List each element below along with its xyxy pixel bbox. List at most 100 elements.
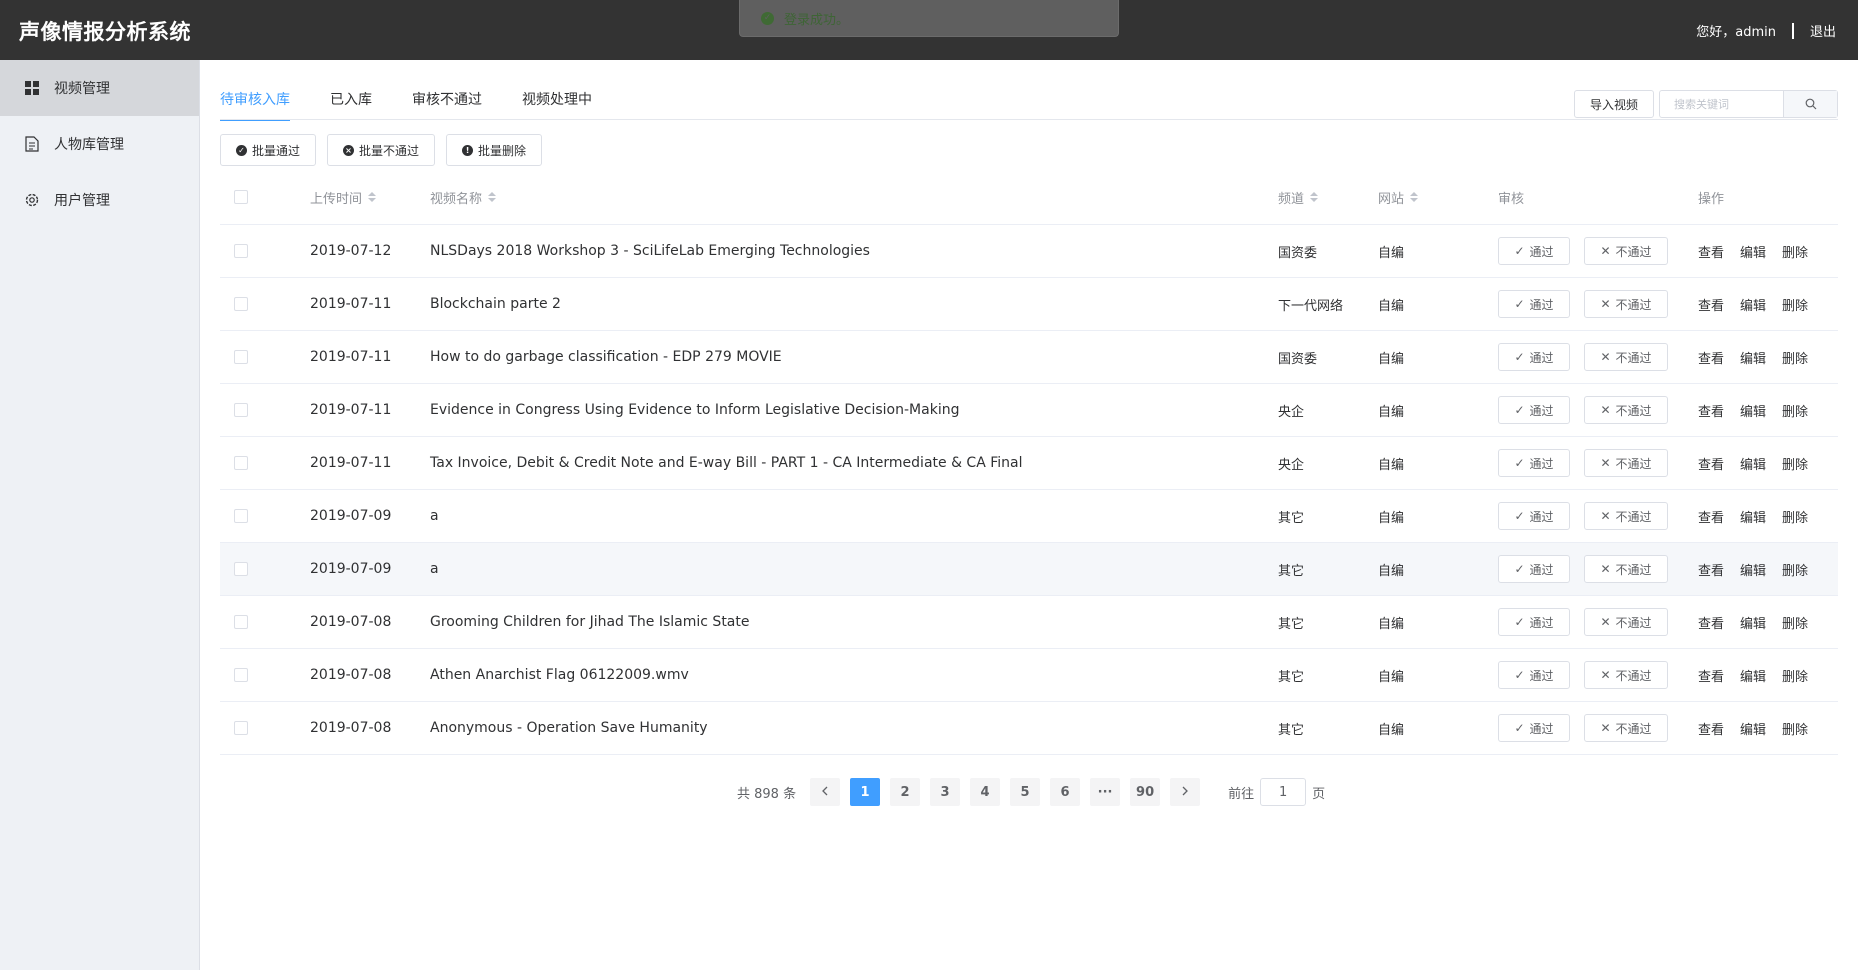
sidebar-item-person-library[interactable]: 人物库管理 bbox=[0, 116, 199, 172]
row-checkbox[interactable] bbox=[234, 403, 248, 417]
view-link[interactable]: 查看 bbox=[1698, 454, 1724, 473]
video-name: Blockchain parte 2 bbox=[430, 296, 561, 312]
edit-link[interactable]: 编辑 bbox=[1740, 507, 1766, 526]
batch-pass-label: 批量通过 bbox=[252, 143, 301, 158]
view-link[interactable]: 查看 bbox=[1698, 613, 1724, 632]
view-link[interactable]: 查看 bbox=[1698, 348, 1724, 367]
fail-button[interactable]: ✕ 不通过 bbox=[1584, 714, 1668, 742]
logout-link[interactable]: 退出 bbox=[1810, 21, 1836, 40]
row-checkbox[interactable] bbox=[234, 615, 248, 629]
row-checkbox[interactable] bbox=[234, 350, 248, 364]
delete-link[interactable]: 删除 bbox=[1782, 666, 1808, 685]
pass-button[interactable]: ✓ 通过 bbox=[1498, 237, 1570, 265]
fail-button[interactable]: ✕ 不通过 bbox=[1584, 237, 1668, 265]
row-checkbox[interactable] bbox=[234, 244, 248, 258]
edit-link[interactable]: 编辑 bbox=[1740, 666, 1766, 685]
sidebar-item-video-management[interactable]: 视频管理 bbox=[0, 60, 199, 116]
import-video-button[interactable]: 导入视频 bbox=[1574, 90, 1654, 118]
row-checkbox[interactable] bbox=[234, 297, 248, 311]
edit-link[interactable]: 编辑 bbox=[1740, 242, 1766, 261]
delete-link[interactable]: 删除 bbox=[1782, 401, 1808, 420]
fail-button[interactable]: ✕ 不通过 bbox=[1584, 502, 1668, 530]
fail-button[interactable]: ✕ 不通过 bbox=[1584, 608, 1668, 636]
more-pages-button[interactable]: ··· bbox=[1090, 778, 1121, 806]
pass-button[interactable]: ✓ 通过 bbox=[1498, 555, 1570, 583]
edit-link[interactable]: 编辑 bbox=[1740, 348, 1766, 367]
delete-link[interactable]: 删除 bbox=[1782, 295, 1808, 314]
actions-cell: 查看 编辑 删除 bbox=[1698, 702, 1824, 754]
pagination: 共 898 条 123456 ··· 90 前往 页 bbox=[737, 778, 1325, 806]
view-link[interactable]: 查看 bbox=[1698, 401, 1724, 420]
row-checkbox[interactable] bbox=[234, 721, 248, 735]
sidebar-item-user-management[interactable]: 用户管理 bbox=[0, 172, 199, 228]
edit-link[interactable]: 编辑 bbox=[1740, 719, 1766, 738]
batch-pass-button[interactable]: ✓ 批量通过 bbox=[220, 134, 317, 166]
page-button[interactable]: 90 bbox=[1130, 778, 1161, 806]
pass-button[interactable]: ✓ 通过 bbox=[1498, 343, 1570, 371]
edit-link[interactable]: 编辑 bbox=[1740, 401, 1766, 420]
pass-button[interactable]: ✓ 通过 bbox=[1498, 608, 1570, 636]
edit-link[interactable]: 编辑 bbox=[1740, 454, 1766, 473]
pass-button[interactable]: ✓ 通过 bbox=[1498, 502, 1570, 530]
pass-button[interactable]: ✓ 通过 bbox=[1498, 661, 1570, 689]
pass-button[interactable]: ✓ 通过 bbox=[1498, 449, 1570, 477]
fail-button[interactable]: ✕ 不通过 bbox=[1584, 661, 1668, 689]
view-link[interactable]: 查看 bbox=[1698, 242, 1724, 261]
delete-link[interactable]: 删除 bbox=[1782, 454, 1808, 473]
select-all-checkbox[interactable] bbox=[234, 190, 248, 204]
fail-button[interactable]: ✕ 不通过 bbox=[1584, 449, 1668, 477]
page-button[interactable]: 1 bbox=[850, 778, 881, 806]
delete-link[interactable]: 删除 bbox=[1782, 507, 1808, 526]
row-checkbox[interactable] bbox=[234, 562, 248, 576]
tab-pending-review[interactable]: 待审核入库 bbox=[220, 89, 290, 121]
pass-button[interactable]: ✓ 通过 bbox=[1498, 396, 1570, 424]
page-button[interactable]: 3 bbox=[930, 778, 961, 806]
batch-fail-button[interactable]: × 批量不通过 bbox=[327, 134, 436, 166]
goto-page-input[interactable] bbox=[1260, 778, 1307, 806]
col-channel[interactable]: 频道 bbox=[1278, 170, 1319, 224]
col-site[interactable]: 网站 bbox=[1378, 170, 1419, 224]
delete-link[interactable]: 删除 bbox=[1782, 560, 1808, 579]
row-checkbox[interactable] bbox=[234, 456, 248, 470]
page-button[interactable]: 6 bbox=[1050, 778, 1081, 806]
view-link[interactable]: 查看 bbox=[1698, 666, 1724, 685]
pass-button[interactable]: ✓ 通过 bbox=[1498, 714, 1570, 742]
delete-link[interactable]: 删除 bbox=[1782, 613, 1808, 632]
search-button[interactable] bbox=[1783, 91, 1837, 117]
sort-icon[interactable] bbox=[488, 192, 497, 202]
edit-link[interactable]: 编辑 bbox=[1740, 560, 1766, 579]
delete-link[interactable]: 删除 bbox=[1782, 348, 1808, 367]
sort-icon[interactable] bbox=[368, 192, 377, 202]
prev-page-button[interactable] bbox=[810, 778, 841, 806]
view-link[interactable]: 查看 bbox=[1698, 507, 1724, 526]
search-input[interactable] bbox=[1660, 91, 1783, 117]
row-checkbox[interactable] bbox=[234, 668, 248, 682]
site: 自编 bbox=[1378, 404, 1405, 420]
col-video-name[interactable]: 视频名称 bbox=[430, 170, 497, 224]
delete-link[interactable]: 删除 bbox=[1782, 719, 1808, 738]
fail-label: 不通过 bbox=[1615, 297, 1652, 312]
col-upload-time[interactable]: 上传时间 bbox=[310, 170, 377, 224]
batch-delete-button[interactable]: ! 批量删除 bbox=[446, 134, 543, 166]
pass-button[interactable]: ✓ 通过 bbox=[1498, 290, 1570, 318]
view-link[interactable]: 查看 bbox=[1698, 719, 1724, 738]
fail-button[interactable]: ✕ 不通过 bbox=[1584, 343, 1668, 371]
tab-rejected[interactable]: 审核不通过 bbox=[412, 89, 482, 120]
fail-button[interactable]: ✕ 不通过 bbox=[1584, 555, 1668, 583]
page-button[interactable]: 2 bbox=[890, 778, 921, 806]
sort-icon[interactable] bbox=[1310, 192, 1319, 202]
delete-link[interactable]: 删除 bbox=[1782, 242, 1808, 261]
page-button[interactable]: 5 bbox=[1010, 778, 1041, 806]
page-button[interactable]: 4 bbox=[970, 778, 1001, 806]
view-link[interactable]: 查看 bbox=[1698, 295, 1724, 314]
fail-button[interactable]: ✕ 不通过 bbox=[1584, 396, 1668, 424]
fail-button[interactable]: ✕ 不通过 bbox=[1584, 290, 1668, 318]
row-checkbox[interactable] bbox=[234, 509, 248, 523]
view-link[interactable]: 查看 bbox=[1698, 560, 1724, 579]
sort-icon[interactable] bbox=[1410, 192, 1419, 202]
tab-processing[interactable]: 视频处理中 bbox=[522, 89, 592, 120]
tab-stored[interactable]: 已入库 bbox=[330, 89, 372, 120]
edit-link[interactable]: 编辑 bbox=[1740, 295, 1766, 314]
next-page-button[interactable] bbox=[1170, 778, 1201, 806]
edit-link[interactable]: 编辑 bbox=[1740, 613, 1766, 632]
